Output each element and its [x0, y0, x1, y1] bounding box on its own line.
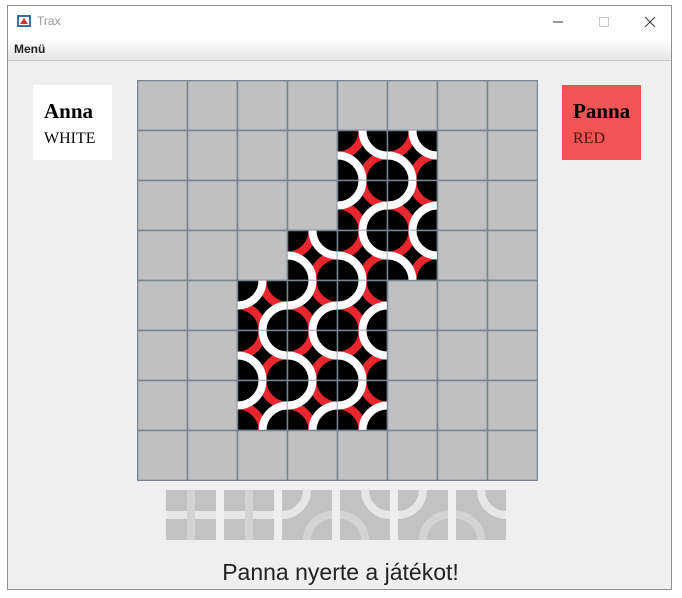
tile-palette	[166, 490, 506, 540]
game-board	[137, 80, 538, 481]
board-cell[interactable]	[137, 129, 189, 182]
board-cell[interactable]	[186, 329, 239, 382]
board-cell[interactable]	[137, 379, 189, 432]
board-cell[interactable]	[436, 329, 489, 382]
board-cell[interactable]	[486, 329, 538, 382]
board-cell[interactable]	[137, 80, 189, 132]
board-cell[interactable]	[436, 279, 489, 332]
tile-option-straight[interactable]	[166, 490, 216, 540]
board-cell[interactable]	[186, 179, 239, 232]
board-cell[interactable]	[486, 80, 538, 132]
board-cell[interactable]	[436, 129, 489, 182]
board-cell[interactable]	[186, 429, 239, 481]
board-cell[interactable]	[137, 279, 189, 332]
board-cell[interactable]	[186, 279, 239, 332]
maximize-button[interactable]	[581, 6, 627, 38]
minimize-button[interactable]	[535, 6, 581, 38]
board-cell[interactable]	[486, 129, 538, 182]
player-name: Panna	[573, 99, 631, 123]
board-cell[interactable]	[486, 229, 538, 282]
board-cell[interactable]	[186, 229, 239, 282]
board-cell[interactable]	[436, 429, 489, 481]
close-icon	[644, 16, 656, 28]
player-panel-white: Anna WHITE	[33, 85, 112, 160]
board-cell[interactable]	[137, 179, 189, 232]
menu-bar: Menü	[8, 38, 671, 61]
board-cell[interactable]	[137, 329, 189, 382]
board-cell[interactable]	[286, 80, 339, 132]
menu-item[interactable]: Menü	[14, 42, 45, 56]
board-cell[interactable]	[236, 429, 289, 481]
board-cell[interactable]	[386, 429, 439, 481]
board-cell[interactable]	[236, 179, 289, 232]
app-icon	[17, 15, 31, 27]
board-cell[interactable]	[486, 429, 538, 481]
maximize-icon	[599, 17, 609, 27]
board-cell[interactable]	[186, 80, 239, 132]
board-cell[interactable]	[286, 129, 339, 182]
status-message: Panna nyerte a játékot!	[222, 559, 459, 585]
board-cell[interactable]	[436, 80, 489, 132]
board-cell[interactable]	[236, 229, 289, 282]
board-cell[interactable]	[486, 379, 538, 432]
board-cell[interactable]	[336, 429, 389, 481]
title-bar: Trax	[8, 6, 671, 38]
player-color: WHITE	[44, 130, 96, 147]
player-panel-red: Panna RED	[562, 85, 641, 160]
app-window: Trax Menü Anna WHITE Panna RED Panna nye…	[7, 5, 672, 590]
board-cell[interactable]	[436, 179, 489, 232]
board-cell[interactable]	[137, 229, 189, 282]
close-button[interactable]	[627, 6, 673, 38]
board-cell[interactable]	[186, 129, 239, 182]
window-title: Trax	[37, 14, 61, 28]
player-color: RED	[573, 130, 605, 147]
board-cell[interactable]	[486, 179, 538, 232]
board-cell[interactable]	[386, 329, 439, 382]
board-cell[interactable]	[236, 129, 289, 182]
board-cell[interactable]	[336, 80, 389, 132]
board-cell[interactable]	[186, 379, 239, 432]
board-cell[interactable]	[386, 80, 439, 132]
board-cell[interactable]	[286, 429, 339, 481]
player-name: Anna	[44, 99, 94, 123]
board-cell[interactable]	[236, 80, 289, 132]
tile-option-straight[interactable]	[224, 490, 274, 540]
board-cell[interactable]	[386, 379, 439, 432]
board-cell[interactable]	[436, 379, 489, 432]
board-cell[interactable]	[436, 229, 489, 282]
minimize-icon	[553, 21, 563, 23]
board-cell[interactable]	[386, 279, 439, 332]
board-cell[interactable]	[486, 279, 538, 332]
board-cell[interactable]	[137, 429, 189, 481]
board-cell[interactable]	[286, 179, 339, 232]
